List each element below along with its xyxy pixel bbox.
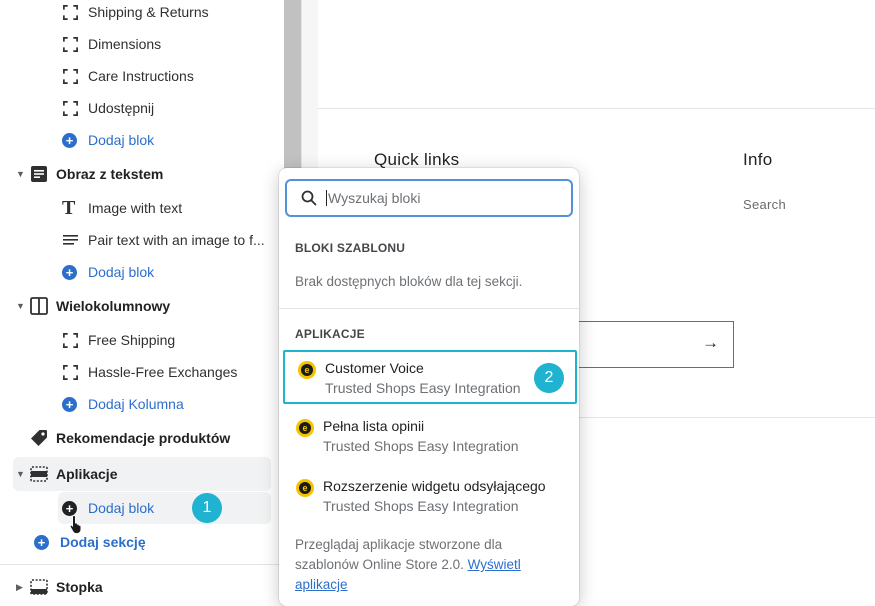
newsletter-email-field[interactable]: → [558,321,734,368]
block-label: Care Instructions [88,68,194,84]
caret-down-icon[interactable]: ▼ [16,169,30,179]
arrow-right-icon[interactable]: → [702,333,719,353]
app-title: Pełna lista opinii [323,418,425,434]
app-section-icon [30,466,48,482]
text-heading-icon: T [62,197,76,219]
section-multicolumn[interactable]: ▼ Wielokolumnowy [16,290,170,322]
paragraph-icon [63,234,78,245]
block-placeholder-icon [63,364,78,380]
section-footer[interactable]: ▶ Stopka [16,571,103,603]
block-placeholder-icon [63,332,78,348]
browse-apps-text: Przeglądaj aplikacje stworzone dla szabl… [295,537,521,592]
step-badge-2: 2 [534,363,564,393]
add-block-button[interactable]: + Dodaj blok [62,256,154,288]
add-block-popover: BLOKI SZABLONU Brak dostępnych bloków dl… [279,168,579,606]
section-apps[interactable]: ▼ Aplikacje [13,457,271,491]
app-block-referral-widget[interactable]: e Rozszerzenie widgetu odsyłającego Trus… [283,470,577,524]
block-free-shipping[interactable]: Free Shipping [62,324,175,356]
block-label: Dimensions [88,36,162,52]
caret-right-icon[interactable]: ▶ [16,582,30,593]
block-placeholder-icon [63,100,78,116]
scrollbar-thumb[interactable] [284,0,301,172]
add-column-button[interactable]: + Dodaj Kolumna [62,388,184,420]
search-field[interactable] [285,179,573,217]
tag-icon [31,430,47,446]
trusted-shops-icon: e [296,479,314,497]
trusted-shops-icon: e [298,361,316,379]
app-title: Rozszerzenie widgetu odsyłającego [323,478,546,494]
divider [0,564,284,565]
add-block-button[interactable]: + Dodaj blok [62,124,154,156]
search-input[interactable] [328,190,548,206]
image-with-text-icon [31,166,47,182]
block-shipping-returns[interactable]: Shipping & Returns [62,0,209,28]
step-badge-1: 1 [192,493,222,523]
add-circle-icon: + [62,132,77,148]
block-pair-text[interactable]: Pair text with an image to f... [62,224,265,256]
add-section-button[interactable]: + Dodaj sekcję [34,526,146,558]
footer-heading-quick-links: Quick links [374,150,460,169]
trusted-shops-icon: e [296,419,314,437]
add-block-button-active[interactable]: + Dodaj blok [58,492,271,524]
footer-section-icon [30,579,48,595]
divider [279,308,579,309]
app-title: Customer Voice [325,360,424,376]
footer-link-search[interactable]: Search [743,197,786,212]
block-placeholder-icon [63,68,78,84]
block-share[interactable]: Udostępnij [62,92,154,124]
block-care-instructions[interactable]: Care Instructions [62,60,194,92]
block-label: Udostępnij [88,100,155,116]
columns-icon [30,297,48,315]
apps-heading: APLIKACJE [295,327,365,341]
block-image-with-text[interactable]: T Image with text [62,192,182,224]
app-block-full-review-list[interactable]: e Pełna lista opinii Trusted Shops Easy … [283,410,577,464]
footer-heading-info: Info [743,150,773,169]
block-placeholder-icon [63,36,78,52]
app-subtitle: Trusted Shops Easy Integration [325,380,521,396]
no-blocks-message: Brak dostępnych bloków dla tej sekcji. [295,274,523,289]
add-circle-icon: + [34,534,49,550]
search-icon [301,190,317,206]
block-label: Shipping & Returns [88,4,209,20]
app-block-customer-voice[interactable]: e Customer Voice Trusted Shops Easy Inte… [283,350,577,404]
section-product-recommendations[interactable]: Rekomendacje produktów [16,422,230,454]
template-blocks-heading: BLOKI SZABLONU [295,241,406,255]
divider [318,108,875,109]
block-dimensions[interactable]: Dimensions [62,28,161,60]
theme-sidebar: Shipping & Returns Dimensions Care Instr… [0,0,284,606]
block-placeholder-icon [63,4,78,20]
app-subtitle: Trusted Shops Easy Integration [323,498,519,514]
caret-down-icon[interactable]: ▼ [16,469,30,479]
add-circle-icon: + [62,396,77,412]
add-circle-icon: + [62,264,77,280]
section-image-with-text[interactable]: ▼ Obraz z tekstem [16,158,163,190]
caret-down-icon[interactable]: ▼ [16,301,30,311]
app-subtitle: Trusted Shops Easy Integration [323,438,519,454]
block-hassle-free[interactable]: Hassle-Free Exchanges [62,356,237,388]
